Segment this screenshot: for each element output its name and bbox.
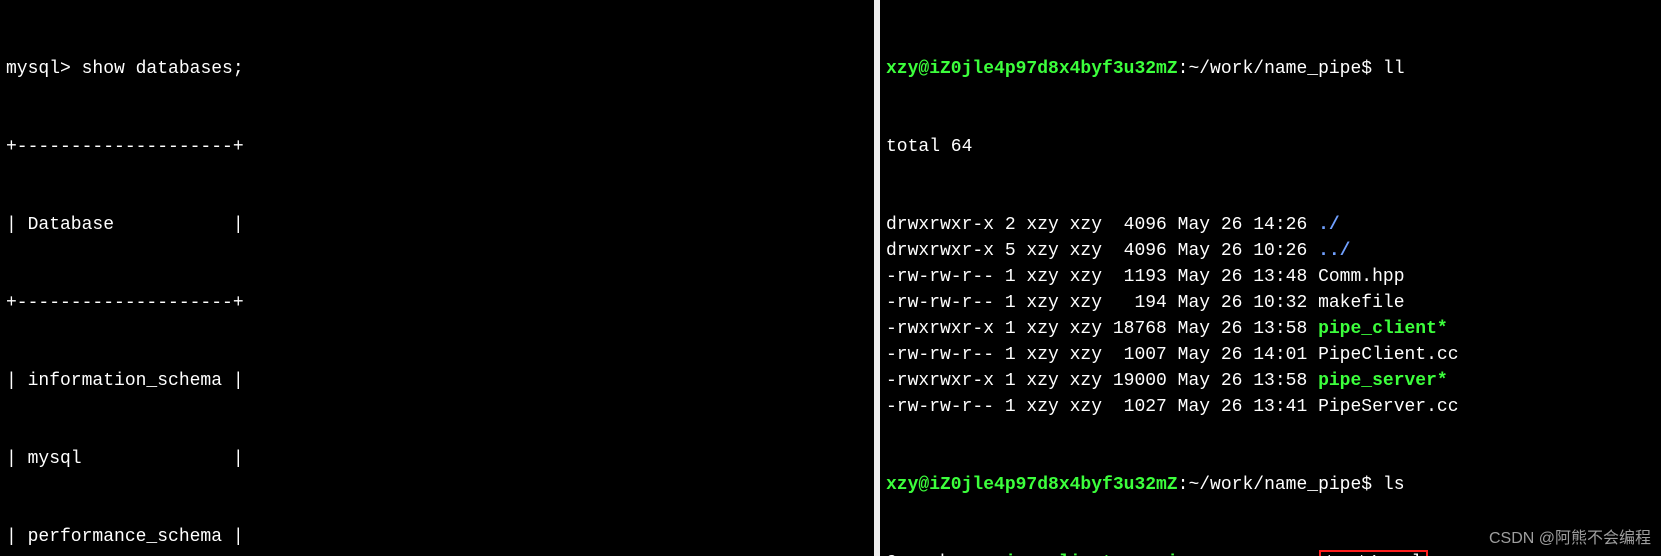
shell-user-host: xzy@iZ0jle4p97d8x4byf3u32mZ xyxy=(886,475,1178,495)
cmd-show-databases: show databases; xyxy=(82,59,244,79)
ll-total: total 64 xyxy=(886,134,1655,160)
ll-filename: PipeClient.cc xyxy=(1318,345,1458,365)
ll-row: -rw-rw-r-- 1 xzy xzy 1027 May 26 13:41 P… xyxy=(886,394,1655,420)
shell-path: :~/work/name_pipe$ xyxy=(1178,59,1383,79)
ll-perm: drwxrwxr-x 5 xzy xzy 4096 May 26 10:26 xyxy=(886,241,1318,261)
ll-row: drwxrwxr-x 2 xzy xzy 4096 May 26 14:26 .… xyxy=(886,212,1655,238)
ll-row: -rw-rw-r-- 1 xzy xzy 1007 May 26 14:01 P… xyxy=(886,342,1655,368)
table-row: | mysql | xyxy=(6,446,868,472)
ll-perm: -rwxrwxr-x 1 xzy xzy 18768 May 26 13:58 xyxy=(886,319,1318,339)
shell-user-host: xzy@iZ0jle4p97d8x4byf3u32mZ xyxy=(886,59,1178,79)
ll-row: -rwxrwxr-x 1 xzy xzy 19000 May 26 13:58 … xyxy=(886,368,1655,394)
ll-row: -rw-rw-r-- 1 xzy xzy 194 May 26 10:32 ma… xyxy=(886,290,1655,316)
right-terminal[interactable]: xzy@iZ0jle4p97d8x4byf3u32mZ:~/work/name_… xyxy=(880,0,1661,556)
ll-suffix: * xyxy=(1437,319,1448,339)
ll-filename: pipe_server xyxy=(1318,371,1437,391)
ll-suffix: * xyxy=(1437,371,1448,391)
ll-filename: ./ xyxy=(1318,215,1340,235)
table-header: | Database | xyxy=(6,212,868,238)
ll-filename: makefile xyxy=(1318,293,1404,313)
left-terminal[interactable]: mysql> show databases; +----------------… xyxy=(0,0,880,556)
table-row: | performance_schema | xyxy=(6,524,868,550)
table-row: | information_schema | xyxy=(6,368,868,394)
highlighted-file-test1sql: test1.sql xyxy=(1319,550,1428,556)
ll-perm: -rw-rw-r-- 1 xzy xzy 194 May 26 10:32 xyxy=(886,293,1318,313)
watermark-text: CSDN @阿熊不会编程 xyxy=(1489,526,1651,552)
ll-perm: -rw-rw-r-- 1 xzy xzy 1193 May 26 13:48 xyxy=(886,267,1318,287)
ll-perm: -rw-rw-r-- 1 xzy xzy 1007 May 26 14:01 xyxy=(886,345,1318,365)
ll-filename: PipeServer.cc xyxy=(1318,397,1458,417)
ll-perm: -rw-rw-r-- 1 xzy xzy 1027 May 26 13:41 xyxy=(886,397,1318,417)
ll-filename: Comm.hpp xyxy=(1318,267,1404,287)
shell-path: :~/work/name_pipe$ xyxy=(1178,475,1383,495)
ll-row: -rwxrwxr-x 1 xzy xzy 18768 May 26 13:58 … xyxy=(886,316,1655,342)
mysql-prompt: mysql> xyxy=(6,59,82,79)
cmd-ll: ll xyxy=(1383,59,1405,79)
ll-filename: pipe_client xyxy=(1318,319,1437,339)
ll-perm: drwxrwxr-x 2 xzy xzy 4096 May 26 14:26 xyxy=(886,215,1318,235)
ll-filename: ../ xyxy=(1318,241,1350,261)
ll-perm: -rwxrwxr-x 1 xzy xzy 19000 May 26 13:58 xyxy=(886,371,1318,391)
table-border: +--------------------+ xyxy=(6,134,868,160)
ll-row: drwxrwxr-x 5 xzy xzy 4096 May 26 10:26 .… xyxy=(886,238,1655,264)
ll-row: -rw-rw-r-- 1 xzy xzy 1193 May 26 13:48 C… xyxy=(886,264,1655,290)
cmd-ls: ls xyxy=(1383,475,1405,495)
table-border: +--------------------+ xyxy=(6,290,868,316)
